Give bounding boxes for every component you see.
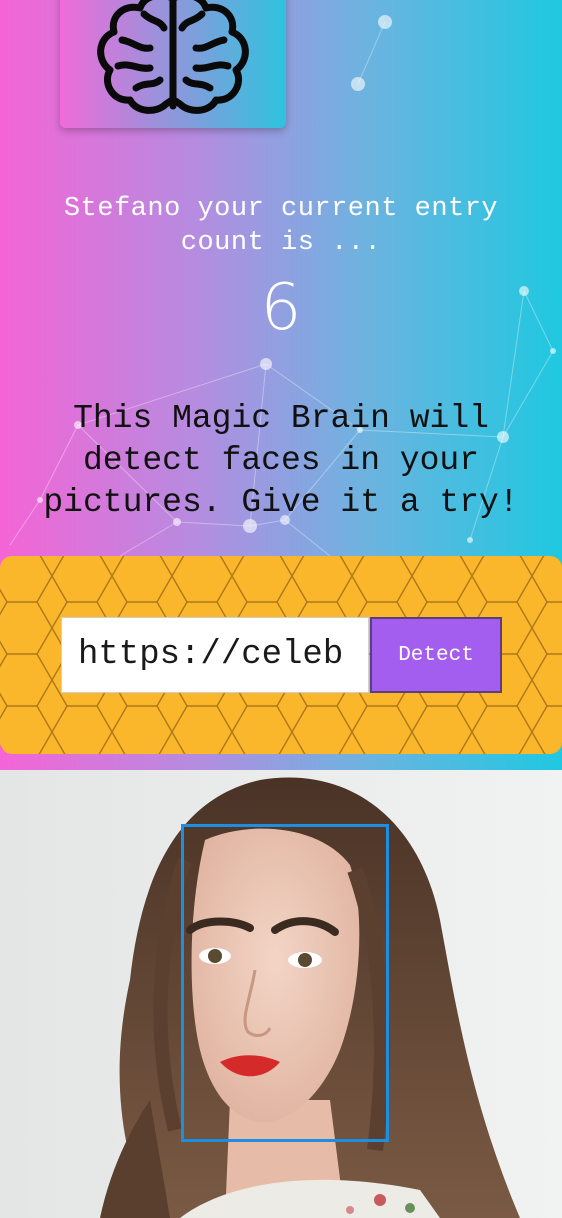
greeting-line-2: count is ... — [180, 228, 382, 258]
greeting-line-1: Stefano your current entry — [63, 194, 499, 224]
detect-button[interactable]: Detect — [370, 617, 502, 693]
app-tagline: This Magic Brain will detect faces in yo… — [8, 398, 554, 524]
entry-count-value: 6 — [260, 271, 302, 345]
brain-icon — [97, 0, 249, 114]
face-bounding-box — [181, 824, 389, 1142]
tagline-line-3: pictures. Give it a try! — [43, 484, 519, 521]
logo-card[interactable] — [60, 0, 286, 128]
image-url-input[interactable] — [61, 617, 369, 693]
entry-count-greeting: Stefano your current entry count is ... — [0, 192, 562, 260]
tagline-line-1: This Magic Brain will — [73, 400, 489, 437]
tagline-line-2: detect faces in your — [82, 442, 480, 479]
